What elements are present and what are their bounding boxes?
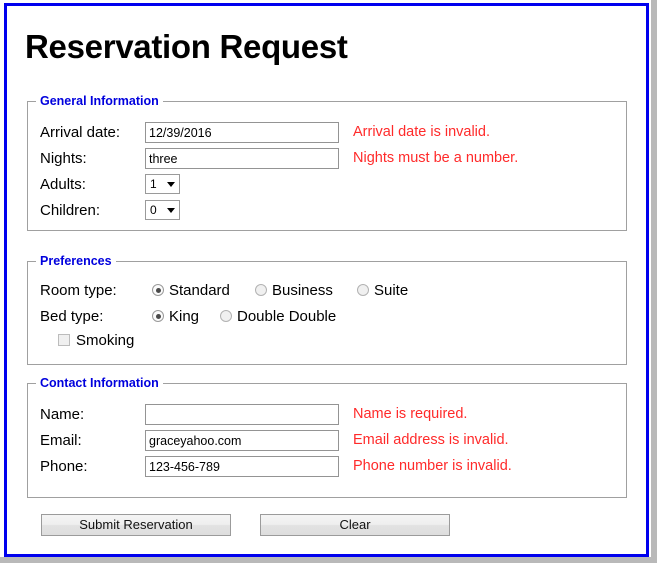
bed-type-label: Bed type: xyxy=(40,308,104,325)
general-information-legend: General Information xyxy=(40,94,159,108)
children-row: Children: 0 xyxy=(28,200,626,226)
nights-control xyxy=(145,148,339,169)
arrival-date-label: Arrival date: xyxy=(40,124,121,141)
smoking-label: Smoking xyxy=(76,332,135,349)
adults-row: Adults: 1 xyxy=(28,174,626,200)
preferences-fieldset: Preferences Room type: Standard Business… xyxy=(27,254,627,365)
radio-icon xyxy=(152,284,164,296)
bed-type-option-double-double-label: Double Double xyxy=(237,308,337,325)
radio-icon xyxy=(220,310,232,322)
smoking-row: Smoking xyxy=(28,330,626,356)
chevron-down-icon xyxy=(167,208,175,213)
adults-select-value: 1 xyxy=(150,177,157,191)
bed-type-option-double-double[interactable]: Double Double xyxy=(220,306,336,328)
arrival-date-control xyxy=(145,122,339,143)
room-type-label: Room type: xyxy=(40,282,117,299)
page-title: Reservation Request xyxy=(25,28,348,65)
radio-icon xyxy=(357,284,369,296)
general-information-body: Arrival date: Arrival date is invalid. N… xyxy=(28,108,626,230)
screen: Reservation Request General Information … xyxy=(0,0,657,563)
email-input[interactable] xyxy=(145,430,339,451)
name-control xyxy=(145,404,339,425)
room-type-option-business-label: Business xyxy=(272,282,333,299)
smoking-checkbox-option[interactable]: Smoking xyxy=(58,330,134,352)
room-type-option-business[interactable]: Business xyxy=(255,280,333,302)
form-page: Reservation Request General Information … xyxy=(7,6,646,554)
email-label: Email: xyxy=(40,432,82,449)
email-error: Email address is invalid. xyxy=(353,432,509,448)
arrival-date-input[interactable] xyxy=(145,122,339,143)
adults-label: Adults: xyxy=(40,176,86,193)
arrival-date-error: Arrival date is invalid. xyxy=(353,124,490,140)
room-type-option-standard[interactable]: Standard xyxy=(152,280,230,302)
radio-icon xyxy=(255,284,267,296)
adults-select[interactable]: 1 xyxy=(145,174,180,194)
bed-type-option-king-label: King xyxy=(169,308,200,325)
name-row: Name: Name is required. xyxy=(28,404,626,430)
contact-information-fieldset: Contact Information Name: Name is requir… xyxy=(27,376,627,498)
phone-row: Phone: Phone number is invalid. xyxy=(28,456,626,482)
children-label: Children: xyxy=(40,202,101,219)
nights-error: Nights must be a number. xyxy=(353,150,519,166)
phone-input[interactable] xyxy=(145,456,339,477)
contact-information-body: Name: Name is required. Email: Email add… xyxy=(28,390,626,497)
preferences-legend: Preferences xyxy=(40,254,112,268)
phone-label: Phone: xyxy=(40,458,88,475)
room-type-option-standard-label: Standard xyxy=(169,282,230,299)
submit-reservation-button[interactable]: Submit Reservation xyxy=(41,514,231,536)
arrival-date-row: Arrival date: Arrival date is invalid. xyxy=(28,122,626,148)
preferences-body: Room type: Standard Business Suite Bed t… xyxy=(28,268,626,364)
contact-information-legend: Contact Information xyxy=(40,376,159,390)
email-row: Email: Email address is invalid. xyxy=(28,430,626,456)
name-input[interactable] xyxy=(145,404,339,425)
phone-control xyxy=(145,456,339,477)
nights-label: Nights: xyxy=(40,150,87,167)
chevron-down-icon xyxy=(167,182,175,187)
adults-control: 1 xyxy=(145,174,180,194)
children-select-value: 0 xyxy=(150,203,157,217)
general-information-fieldset: General Information Arrival date: Arriva… xyxy=(27,94,627,231)
room-type-option-suite-label: Suite xyxy=(374,282,409,299)
name-error: Name is required. xyxy=(353,406,468,422)
nights-row: Nights: Nights must be a number. xyxy=(28,148,626,174)
children-select[interactable]: 0 xyxy=(145,200,180,220)
room-type-option-suite[interactable]: Suite xyxy=(357,280,408,302)
children-control: 0 xyxy=(145,200,180,220)
email-control xyxy=(145,430,339,451)
name-label: Name: xyxy=(40,406,85,423)
radio-icon xyxy=(152,310,164,322)
clear-button[interactable]: Clear xyxy=(260,514,450,536)
nights-input[interactable] xyxy=(145,148,339,169)
bed-type-row: Bed type: King Double Double xyxy=(28,306,626,332)
room-type-row: Room type: Standard Business Suite xyxy=(28,280,626,306)
phone-error: Phone number is invalid. xyxy=(353,458,512,474)
bed-type-option-king[interactable]: King xyxy=(152,306,199,328)
checkbox-icon xyxy=(58,334,70,346)
